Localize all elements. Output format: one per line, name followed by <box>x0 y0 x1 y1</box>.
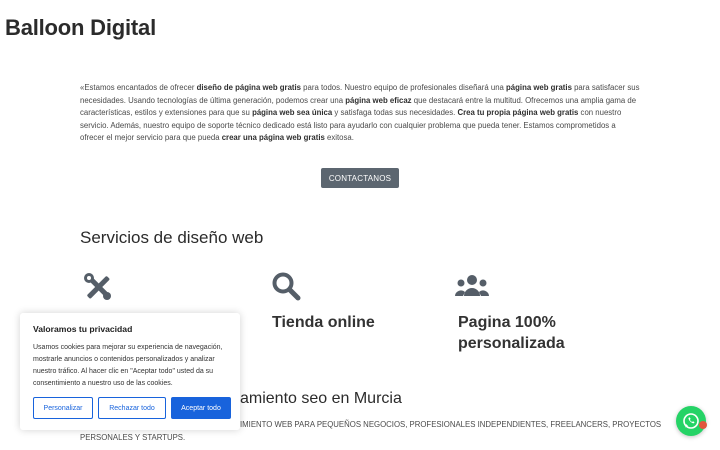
cookie-banner: Valoramos tu privacidad Usamos cookies p… <box>20 313 240 430</box>
seo-text-line1: IMIENTO WEB PARA PEQUEÑOS NEGOCIOS, PROF… <box>240 420 662 429</box>
intro-keyword: página web eficaz <box>345 95 412 105</box>
tools-icon <box>83 272 113 302</box>
service-title-tienda: Tienda online <box>272 314 375 331</box>
intro-keyword: página web sea única <box>252 108 333 118</box>
notification-badge <box>699 421 707 429</box>
intro-paragraph: «Estamos encantados de ofrecer diseño de… <box>80 82 640 145</box>
services-heading: Servicios de diseño web <box>80 228 264 247</box>
cookie-text: Usamos cookies para mejorar su experienc… <box>33 344 223 387</box>
reject-all-button[interactable]: Rechazar todo <box>98 397 166 419</box>
intro-keyword: diseño de página web gratis <box>196 83 302 92</box>
customize-button[interactable]: Personalizar <box>33 397 93 419</box>
intro-keyword: Crea tu propia página web gratis <box>457 108 579 118</box>
seo-text-line2: PERSONALES Y STARTUPS. <box>80 433 186 442</box>
intro-keyword: crear una página web gratis <box>221 133 325 143</box>
cookie-title: Valoramos tu privacidad <box>33 324 133 334</box>
intro-text: exitosa. <box>324 133 354 143</box>
intro-keyword: página web gratis <box>506 83 572 92</box>
search-icon <box>271 271 301 301</box>
accept-all-button[interactable]: Aceptar todo <box>171 397 231 419</box>
contact-button[interactable]: CONTACTANOS <box>321 168 399 188</box>
service-title-personalizada: Pagina 100% personalizada <box>458 314 565 352</box>
seo-heading: amiento seo en Murcia <box>240 390 402 407</box>
users-icon <box>455 272 489 302</box>
site-title[interactable]: Balloon Digital <box>5 15 156 41</box>
intro-text: para todos. Nuestro equipo de profesiona… <box>301 83 507 92</box>
intro-text: y satisfaga todas sus necesidades. <box>332 108 458 118</box>
intro-text: «Estamos encantados de ofrecer <box>80 83 197 92</box>
